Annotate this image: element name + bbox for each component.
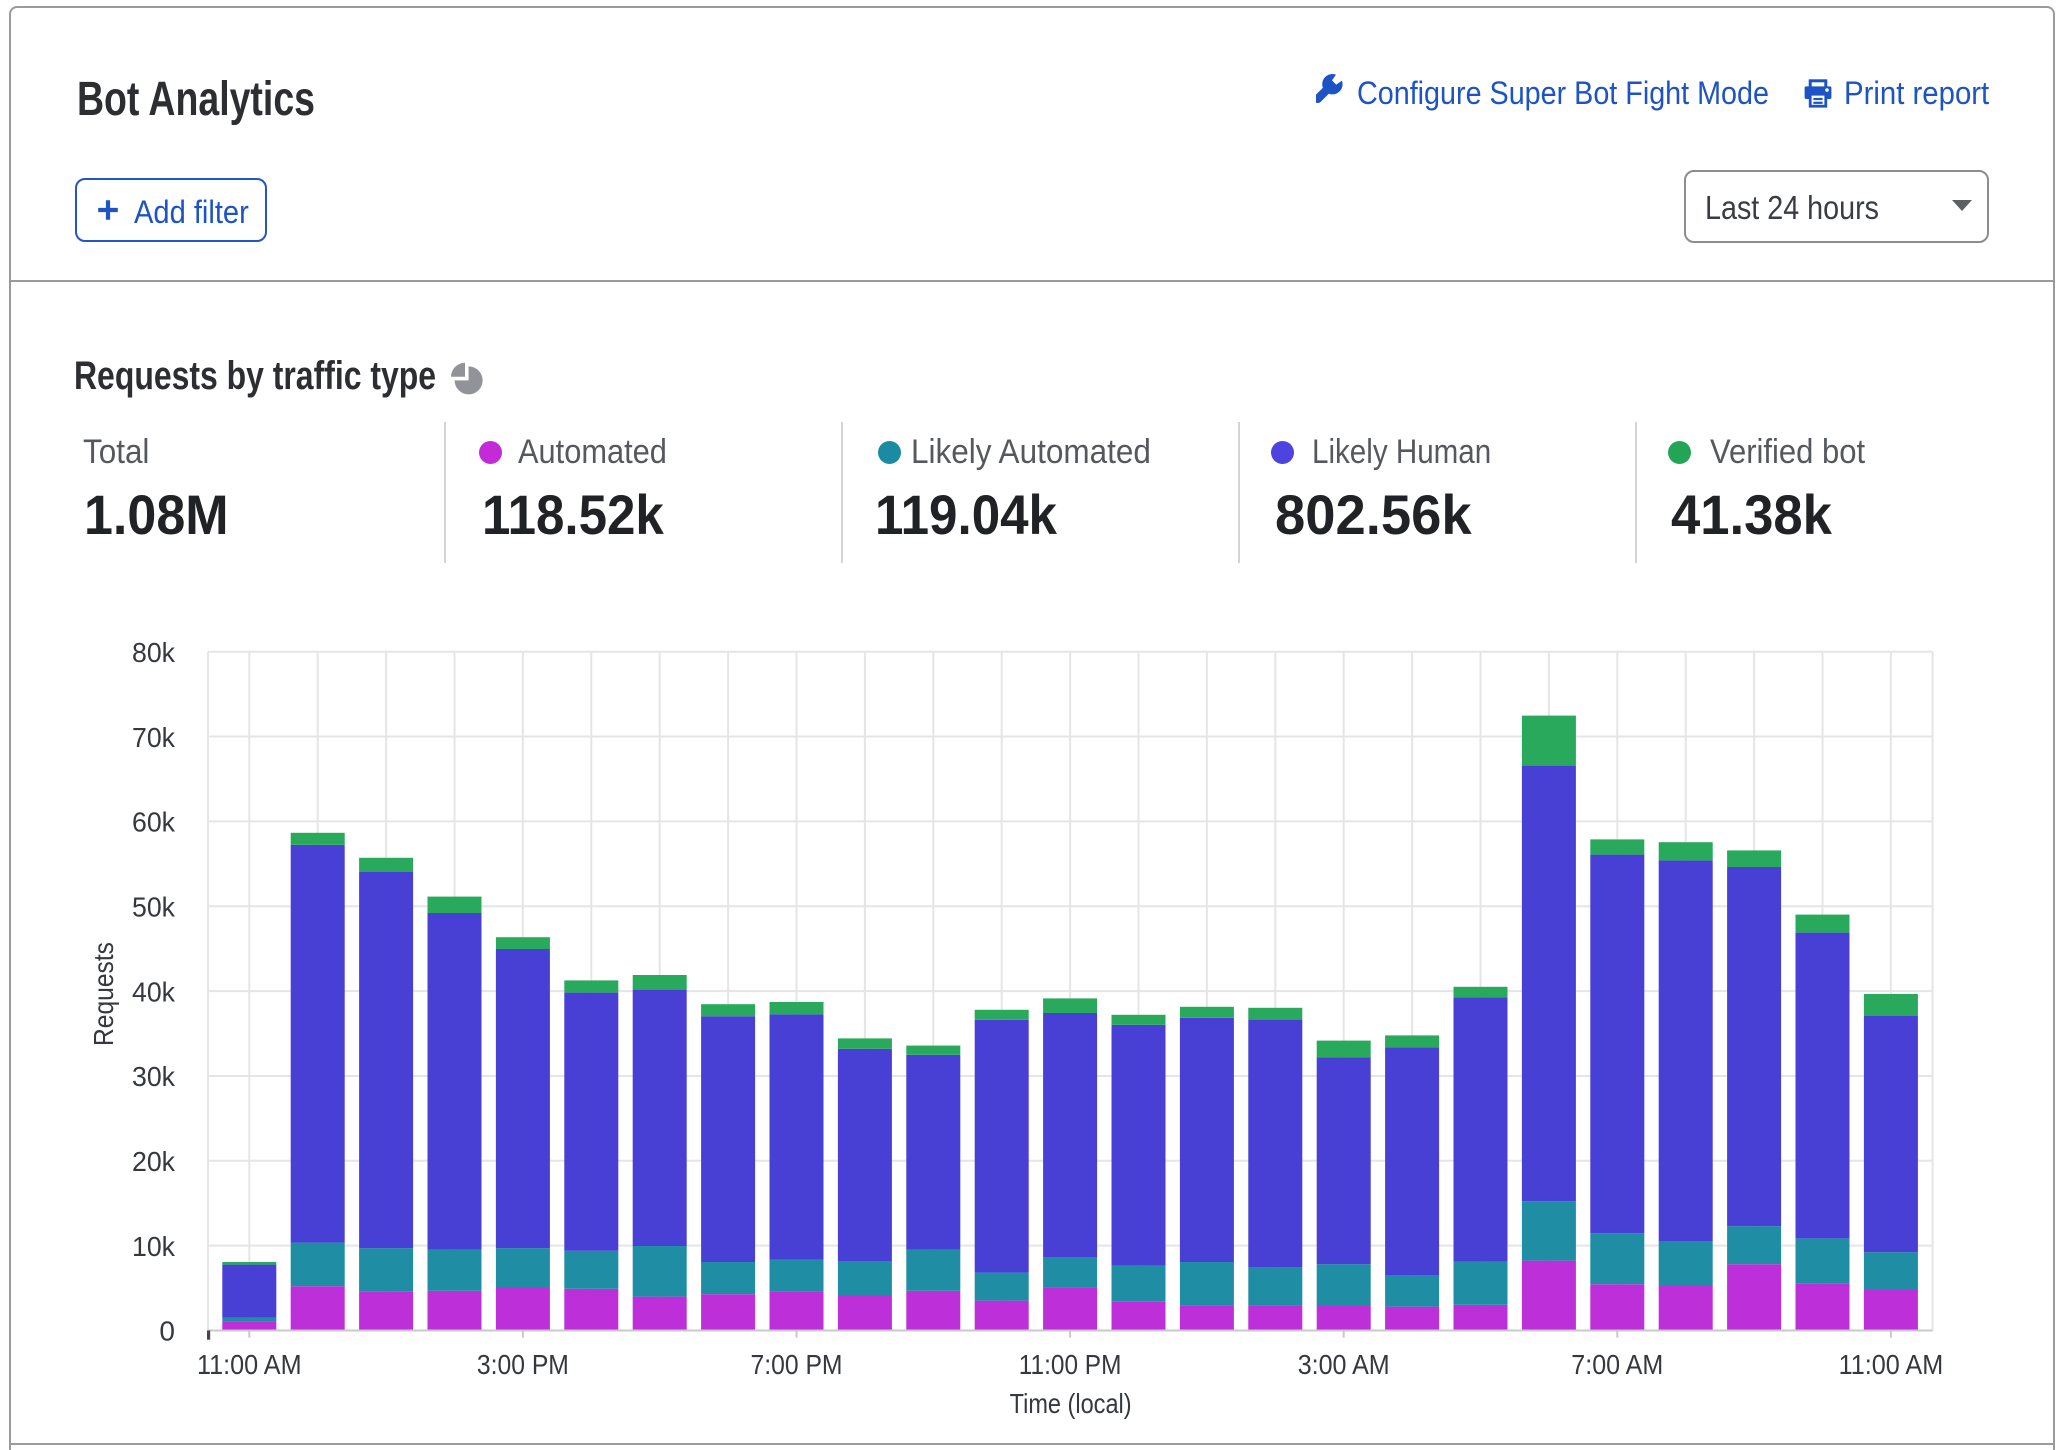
svg-text:70k: 70k: [132, 722, 176, 753]
svg-text:Time (local): Time (local): [1010, 1388, 1132, 1419]
svg-text:7:00 PM: 7:00 PM: [751, 1349, 843, 1380]
svg-text:11:00 PM: 11:00 PM: [1019, 1349, 1122, 1380]
svg-text:10k: 10k: [132, 1231, 176, 1262]
svg-text:50k: 50k: [132, 891, 176, 922]
svg-text:0: 0: [159, 1316, 175, 1347]
svg-text:40k: 40k: [132, 976, 176, 1007]
svg-text:60k: 60k: [132, 807, 176, 838]
svg-text:Requests: Requests: [88, 942, 119, 1046]
svg-text:11:00 AM: 11:00 AM: [197, 1349, 302, 1380]
svg-text:3:00 PM: 3:00 PM: [477, 1349, 569, 1380]
svg-text:11:00 AM: 11:00 AM: [1839, 1349, 1944, 1380]
svg-text:80k: 80k: [132, 637, 176, 668]
svg-text:3:00 AM: 3:00 AM: [1298, 1349, 1390, 1380]
svg-text:20k: 20k: [132, 1146, 176, 1177]
svg-text:30k: 30k: [132, 1061, 176, 1092]
svg-text:7:00 AM: 7:00 AM: [1571, 1349, 1663, 1380]
